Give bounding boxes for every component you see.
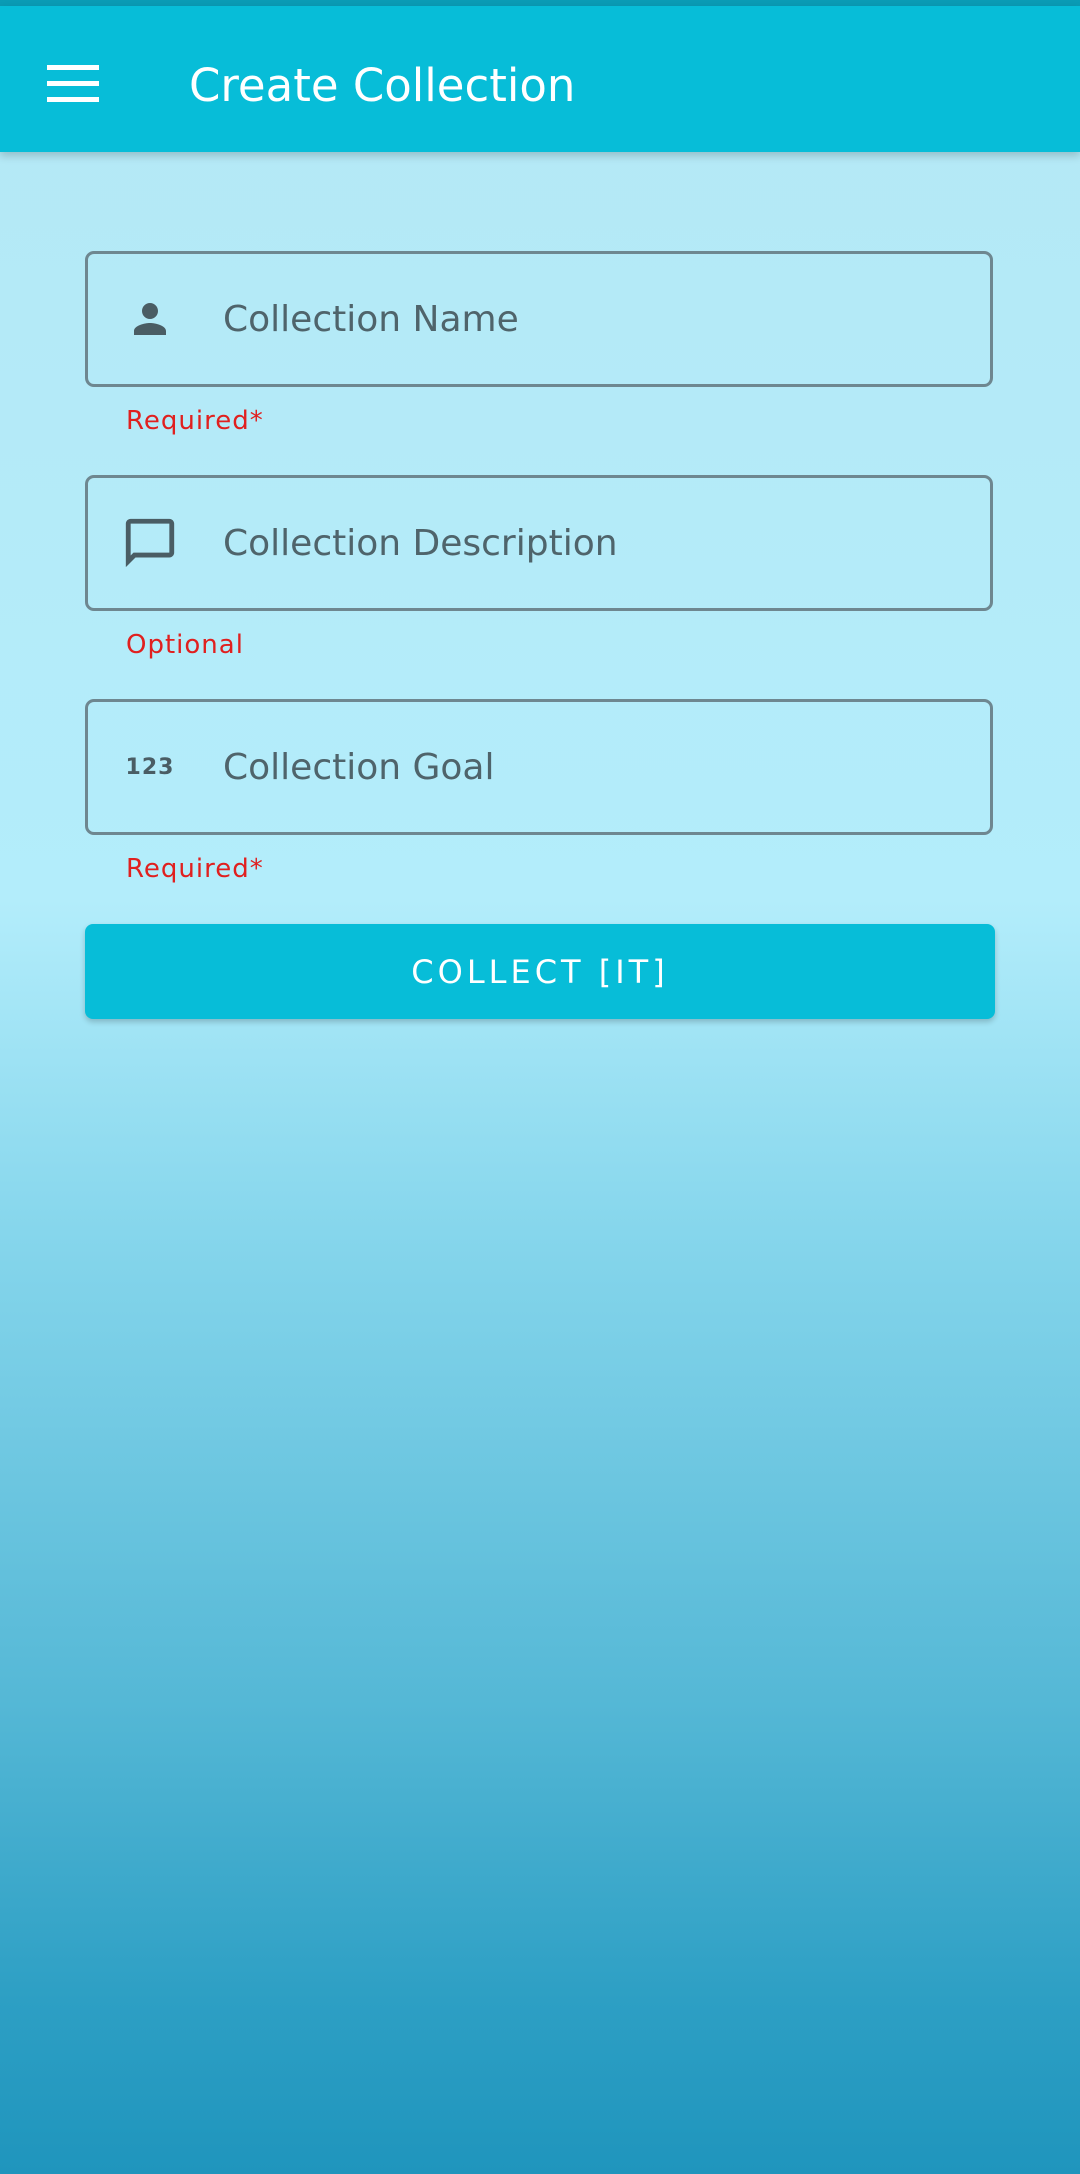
collection-goal-field[interactable]: 123	[85, 699, 993, 835]
collection-goal-input[interactable]	[223, 702, 963, 832]
menu-button[interactable]	[30, 41, 116, 127]
collect-it-button[interactable]: COLLECT [IT]	[85, 924, 995, 1019]
collection-name-field[interactable]	[85, 251, 993, 387]
collection-name-input[interactable]	[223, 254, 963, 384]
collection-goal-helper: Required*	[126, 854, 264, 884]
comment-icon	[118, 511, 182, 575]
menu-icon	[47, 65, 99, 102]
numbers-icon: 123	[118, 735, 182, 799]
numbers-icon-label: 123	[125, 754, 175, 780]
page-title: Create Collection	[189, 59, 576, 112]
collection-description-helper: Optional	[126, 630, 244, 660]
collection-name-helper: Required*	[126, 406, 264, 436]
person-icon	[118, 287, 182, 351]
app-bar: Create Collection	[0, 6, 1080, 152]
collection-description-field[interactable]	[85, 475, 993, 611]
collection-description-input[interactable]	[223, 478, 963, 608]
